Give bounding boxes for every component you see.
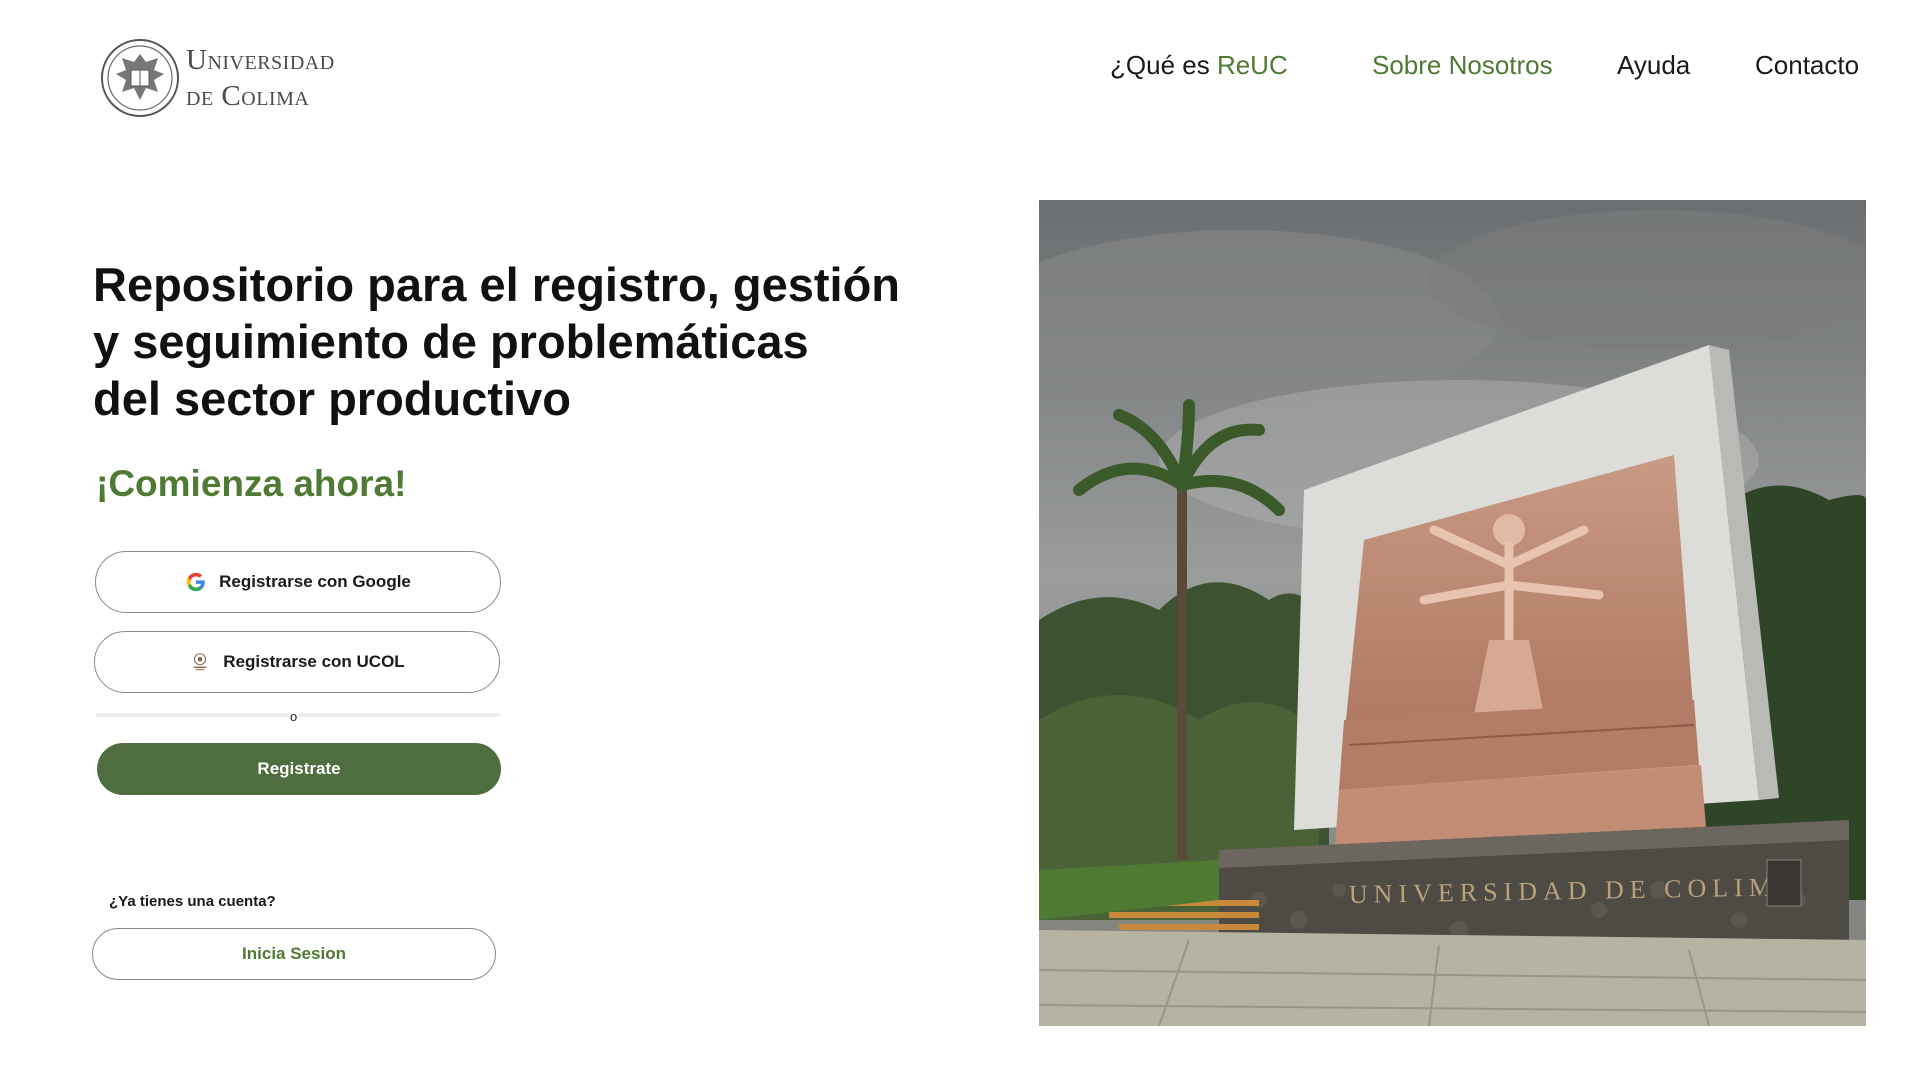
- nav-brand-reuc: ReUC: [1216, 50, 1288, 80]
- register-google-button[interactable]: Registrarse con Google: [95, 551, 501, 613]
- register-google-label: Registrarse con Google: [219, 572, 411, 591]
- university-seal-icon: [101, 39, 179, 117]
- headline-line-1: Repositorio para el registro, gestión: [93, 258, 900, 311]
- headline-line-3: del sector productivo: [93, 372, 571, 425]
- headline-line-2: y seguimiento de problemáticas: [93, 315, 809, 368]
- logo-line-2: de Colima: [186, 80, 310, 112]
- have-account-text: ¿Ya tienes una cuenta?: [109, 893, 276, 910]
- register-ucol-button[interactable]: Registrarse con UCOL: [94, 631, 500, 693]
- page-headline: Repositorio para el registro, gestión y …: [93, 256, 913, 427]
- monument-illustration: UNIVERSIDAD DE COLIMA: [1039, 200, 1866, 1026]
- call-to-action-heading: ¡Comienza ahora!: [96, 463, 407, 504]
- ucol-seal-icon: [193, 653, 207, 671]
- nav-que-es-prefix: ¿Qué es: [1110, 50, 1217, 80]
- nav-link-sobre-nosotros[interactable]: Sobre Nosotros: [1372, 48, 1553, 82]
- login-button[interactable]: Inicia Sesion: [92, 928, 496, 980]
- nav-link-contacto[interactable]: Contacto: [1755, 48, 1859, 82]
- nav-link-que-es-reuc[interactable]: ¿Qué es ReUC: [1110, 48, 1288, 82]
- logo-wordmark: Universidad de Colima: [186, 42, 335, 114]
- register-button[interactable]: Registrate: [97, 743, 501, 795]
- logo-line-1: Universidad: [186, 44, 335, 76]
- register-ucol-label: Registrarse con UCOL: [223, 652, 405, 671]
- university-logo[interactable]: Universidad de Colima: [100, 36, 365, 120]
- google-icon: [186, 572, 205, 592]
- monument-photo: UNIVERSIDAD DE COLIMA: [1039, 200, 1866, 1026]
- or-divider-label: o: [288, 709, 300, 724]
- nav-link-ayuda[interactable]: Ayuda: [1617, 48, 1690, 82]
